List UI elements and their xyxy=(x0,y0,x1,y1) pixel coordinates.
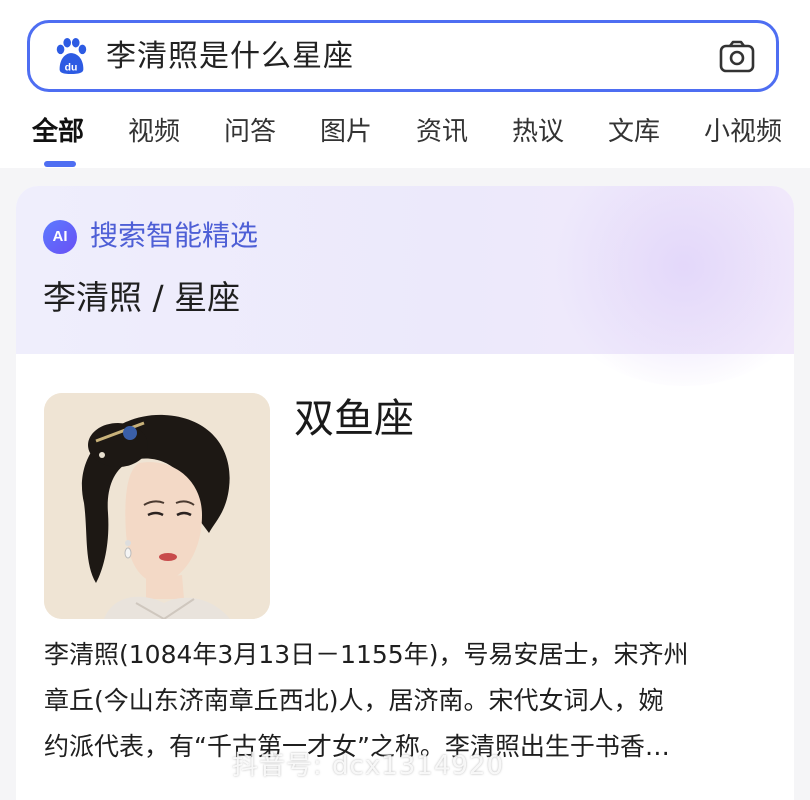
baidu-paw-icon[interactable]: du xyxy=(52,37,90,75)
tab-news[interactable]: 资讯 xyxy=(416,112,468,152)
zodiac-answer-title: 双鱼座 xyxy=(294,396,414,442)
tab-images[interactable]: 图片 xyxy=(320,112,372,152)
active-tab-indicator xyxy=(44,161,76,167)
tab-hot-discussion[interactable]: 热议 xyxy=(512,112,564,152)
result-tabs: 全部 视频 问答 图片 资讯 热议 文库 小视频 xyxy=(0,112,810,168)
li-qingzhao-portrait[interactable] xyxy=(44,393,270,619)
tab-library[interactable]: 文库 xyxy=(608,112,660,152)
header-glow-decoration xyxy=(544,186,794,386)
search-header: du 李清照是什么星座 全部 视频 问答 图片 资讯 热议 文库 小视频 xyxy=(0,0,810,168)
search-box[interactable]: du 李清照是什么星座 xyxy=(27,20,779,92)
tab-short-video[interactable]: 小视频 xyxy=(704,112,782,152)
description-line: 李清照(1084年3月13日－1155年)，号易安居士，宋齐州 xyxy=(44,640,689,669)
ai-card-title[interactable]: 搜索智能精选 xyxy=(90,216,258,256)
search-results-page: du 李清照是什么星座 全部 视频 问答 图片 资讯 热议 文库 小视频 AI … xyxy=(0,0,810,800)
tab-all[interactable]: 全部 xyxy=(32,112,84,152)
ai-answer-card: AI 搜索智能精选 李清照 / 星座 双鱼座 李清照(1084年3月13日－11… xyxy=(16,186,794,800)
tab-qa[interactable]: 问答 xyxy=(224,112,276,152)
description-line: 章丘(今山东济南章丘西北)人，居济南。宋代女词人，婉 xyxy=(44,686,664,715)
tab-video[interactable]: 视频 xyxy=(128,112,180,152)
svg-text:du: du xyxy=(65,62,78,73)
camera-icon[interactable] xyxy=(718,39,756,75)
ai-card-header: AI 搜索智能精选 李清照 / 星座 xyxy=(16,186,794,386)
search-query-text[interactable]: 李清照是什么星座 xyxy=(106,37,354,77)
ai-badge-icon: AI xyxy=(43,220,77,254)
douyin-watermark: 抖音号: dcx1314920 xyxy=(232,751,505,781)
answer-path-heading: 李清照 / 星座 xyxy=(43,278,241,317)
